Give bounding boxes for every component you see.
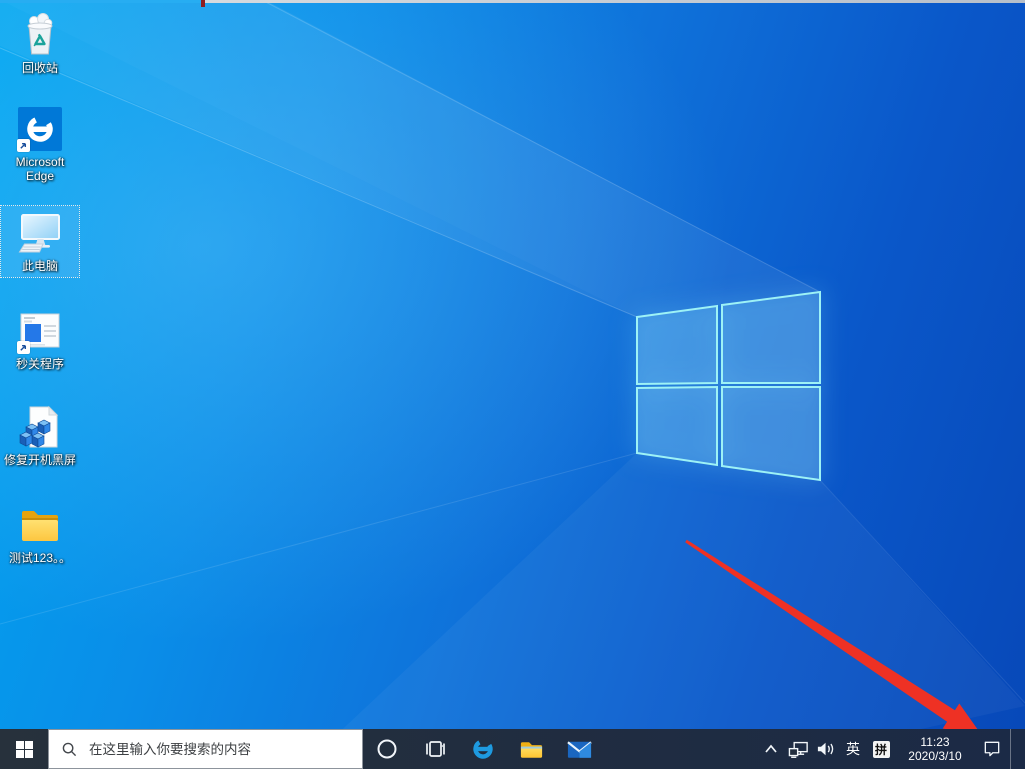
cortana-button[interactable] [363,729,411,769]
top-edge-strip-gray [205,0,1025,3]
edge-taskbar-button[interactable] [459,729,507,769]
taskbar: 英 拼 11:23 2020/3/10 [0,729,1025,769]
desktop-icon-label: 测试123。。 [8,551,72,565]
windows-logo [636,290,821,482]
cortana-icon [377,739,397,759]
recycle-bin-icon [16,11,64,59]
desktop-icon-test-folder[interactable]: 测试123。。 [1,498,79,569]
windows-start-icon [15,740,33,758]
volume-status[interactable] [812,729,840,769]
search-icon [62,742,77,756]
action-center-icon [984,741,1000,757]
ime-mode-label: 拼 [872,740,890,758]
top-edge-strip-blue [0,0,202,3]
show-hidden-icons-button[interactable] [758,729,784,769]
start-button[interactable] [0,729,48,769]
task-view-icon [426,741,445,757]
shortcut-arrow-icon [17,139,30,152]
task-view-button[interactable] [411,729,459,769]
edge-icon [473,739,493,759]
desktop-icon-label: 此电脑 [21,259,58,273]
file-explorer-icon [520,741,542,758]
registry-file-icon [16,403,64,451]
mail-button[interactable] [555,729,603,769]
ime-mode-indicator[interactable]: 拼 [866,729,896,769]
desktop-icon-microsoft-edge[interactable]: Microsoft Edge [1,102,79,187]
language-indicator-label: 英 [846,741,860,757]
desktop-icon-registry-file[interactable]: 修复开机黑屏 [1,400,79,471]
this-pc-icon [16,209,64,257]
folder-icon [16,501,64,549]
desktop-icon-recycle-bin[interactable]: 回收站 [1,8,79,79]
search-input[interactable] [87,740,352,758]
desktop-wallpaper [0,0,1025,769]
taskbar-search[interactable] [48,729,363,769]
wallpaper-rays [0,0,1025,769]
clock-time: 11:23 [920,735,950,749]
volume-icon [817,742,834,756]
system-tray: 英 拼 11:23 2020/3/10 [758,729,1025,769]
show-desktop-button[interactable] [1010,729,1025,769]
desktop-icon-app-shortcut[interactable]: 秒关程序 [1,304,79,375]
app-window-icon [16,307,64,355]
desktop-icon-label: 修复开机黑屏 [3,453,76,467]
file-explorer-button[interactable] [507,729,555,769]
desktop-icon-label: 秒关程序 [15,357,64,371]
edge-icon [16,105,64,153]
chevron-up-icon [765,744,777,753]
language-indicator[interactable]: 英 [840,729,866,769]
network-status[interactable] [784,729,812,769]
clock[interactable]: 11:23 2020/3/10 [896,735,974,763]
desktop-icon-this-pc[interactable]: 此电脑 [0,205,80,278]
desktop-icon-label: 回收站 [21,61,58,75]
network-icon [788,741,808,758]
action-center-button[interactable] [974,729,1010,769]
mail-icon [566,740,592,758]
shortcut-arrow-icon [17,341,30,354]
clock-date: 2020/3/10 [908,749,962,763]
desktop-icon-label: Microsoft Edge [15,155,65,183]
